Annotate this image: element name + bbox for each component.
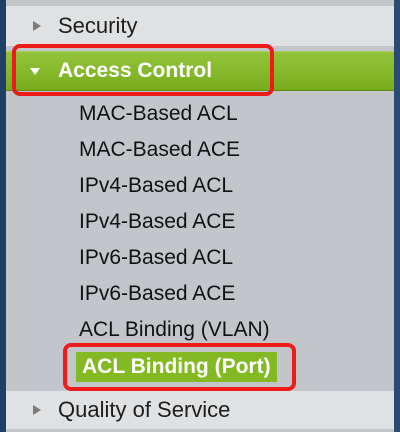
sidebar-item-ipv4-based-acl[interactable]: IPv4-Based ACL <box>79 171 233 201</box>
right-frame-border <box>394 0 400 432</box>
sidebar-menu: Security Access Control MAC-Based ACL MA… <box>6 0 400 432</box>
sidebar-section-access-control[interactable]: Access Control <box>6 51 400 91</box>
triangle-down-icon <box>30 68 40 75</box>
sidebar-item-label: Security <box>58 13 138 38</box>
sidebar-item-ipv6-based-ace[interactable]: IPv6-Based ACE <box>79 279 235 309</box>
triangle-right-icon <box>33 21 41 31</box>
sidebar-item-ipv4-based-ace[interactable]: IPv4-Based ACE <box>79 207 235 237</box>
triangle-right-icon <box>33 405 41 415</box>
sidebar-item-quality-of-service[interactable]: Quality of Service <box>6 391 400 429</box>
section-title: Access Control <box>58 59 213 82</box>
sidebar-item-acl-binding-vlan[interactable]: ACL Binding (VLAN) <box>79 315 270 345</box>
sidebar-item-ipv6-based-acl[interactable]: IPv6-Based ACL <box>79 243 233 273</box>
sidebar-item-security[interactable]: Security <box>6 6 400 46</box>
sidebar-item-mac-based-acl[interactable]: MAC-Based ACL <box>79 99 238 129</box>
sidebar-item-label: Quality of Service <box>58 397 231 422</box>
sidebar-item-mac-based-ace[interactable]: MAC-Based ACE <box>79 135 240 165</box>
sidebar-item-acl-binding-port[interactable]: ACL Binding (Port) <box>76 352 277 382</box>
